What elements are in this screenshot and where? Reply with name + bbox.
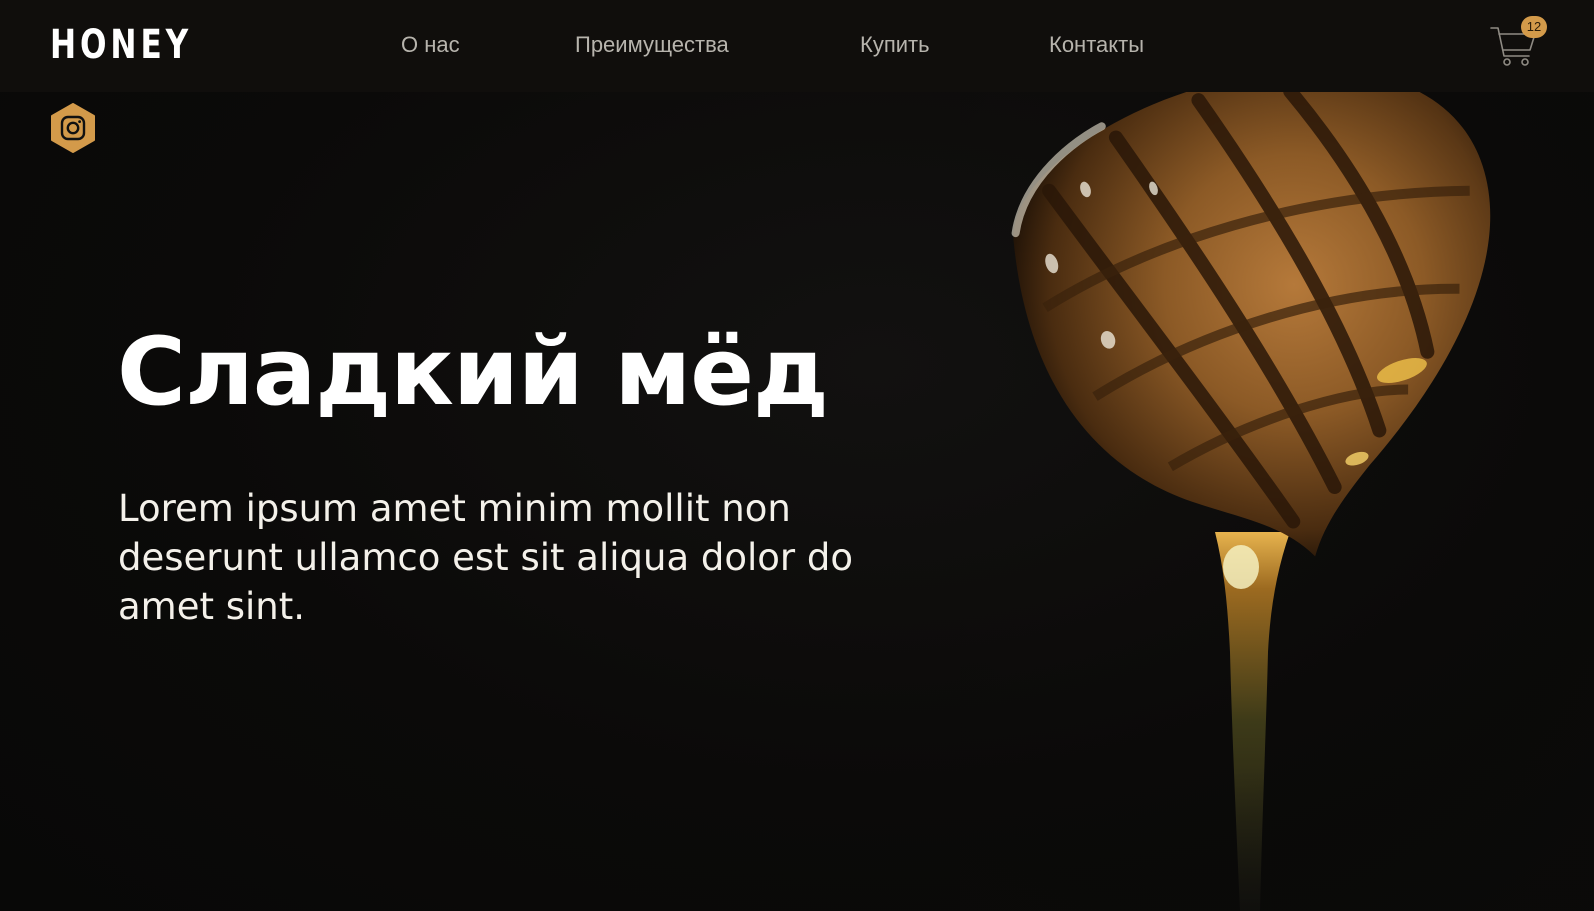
instagram-button[interactable] (51, 103, 95, 153)
logo[interactable]: HONEY (50, 22, 192, 68)
instagram-icon (51, 103, 95, 153)
hero-description: Lorem ipsum amet minim mollit non deseru… (118, 487, 854, 628)
nav-item-buy[interactable]: Купить (860, 30, 930, 60)
landing-page: HONEY О нас Преимущества Купить Контакты… (0, 0, 1594, 911)
nav-item-advantages[interactable]: Преимущества (575, 30, 729, 60)
honey-dipper-image (960, 92, 1594, 911)
hero-title: Сладкий мёд (117, 318, 829, 427)
nav-item-contacts[interactable]: Контакты (1049, 30, 1144, 60)
site-header: HONEY О нас Преимущества Купить Контакты… (0, 0, 1594, 92)
cart-count-badge: 12 (1521, 16, 1547, 38)
nav-item-about[interactable]: О нас (401, 30, 460, 60)
